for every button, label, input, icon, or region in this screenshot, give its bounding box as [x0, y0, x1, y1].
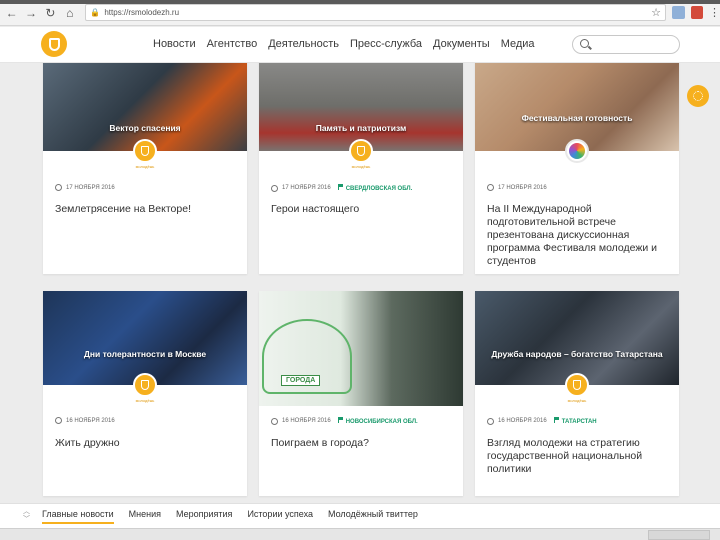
tab-opinions[interactable]: Мнения: [129, 509, 161, 524]
clock-icon: [271, 184, 278, 192]
news-card[interactable]: Фестивальная готовность 17 НОЯБРЯ 2016 Н…: [475, 63, 679, 274]
card-meta: 16 НОЯБРЯ 2016: [55, 417, 115, 424]
card-image-title: Память и патриотизм: [315, 123, 407, 133]
home-icon[interactable]: ⌂: [62, 5, 77, 21]
card-image: Память и патриотизм: [259, 63, 463, 151]
extension-icon[interactable]: [690, 6, 703, 19]
card-date: 16 НОЯБРЯ 2016: [66, 417, 115, 424]
card-meta: 17 НОЯБРЯ 2016: [55, 184, 115, 191]
card-region-label: СВЕРДЛОВСКАЯ ОБЛ.: [345, 186, 413, 192]
card-date: 17 НОЯБРЯ 2016: [498, 184, 547, 191]
browser-toolbar: ← → ↻ ⌂ 🔒 https://rsmolodezh.ru ☆ ⋮: [0, 0, 720, 26]
gear-icon: [693, 91, 703, 101]
badge-label: молодёжь: [567, 398, 587, 403]
card-image: Дни толерантности в Москве: [43, 291, 247, 385]
reload-icon[interactable]: ↻: [43, 5, 58, 21]
card-date: 17 НОЯБРЯ 2016: [66, 184, 115, 191]
collapse-toggle-icon[interactable]: ︿ ﹀: [23, 508, 30, 524]
card-image: ГОРОДА: [259, 291, 463, 406]
clock-icon: [271, 417, 278, 425]
card-image-title: Вектор спасения: [109, 123, 181, 133]
card-title[interactable]: Поиграем в города?: [271, 437, 453, 450]
card-title[interactable]: На II Международной подготовительной вст…: [487, 203, 669, 268]
lock-icon: 🔒: [90, 8, 101, 17]
bottom-tab-bar: ︿ ﹀ Главные новости Мнения Мероприятия Ис…: [0, 503, 720, 528]
card-date: 16 НОЯБРЯ 2016: [282, 418, 331, 424]
badge-icon: [565, 373, 589, 397]
tab-success-stories[interactable]: Истории успеха: [247, 509, 313, 524]
bookmark-star-icon[interactable]: ☆: [651, 6, 661, 19]
badge-icon: [133, 373, 157, 397]
card-image-title: Дружба народов – богатство Татарстана: [491, 349, 663, 359]
horizontal-scrollbar[interactable]: [648, 530, 710, 540]
news-card[interactable]: Память и патриотизм молодёжь 17 НОЯБРЯ 2…: [259, 63, 463, 274]
status-strip: [0, 528, 720, 540]
tab-youth-twitter[interactable]: Молодёжный твиттер: [328, 509, 418, 524]
nav-item-documents[interactable]: Документы: [433, 38, 490, 50]
nav-item-press[interactable]: Пресс-служба: [350, 38, 422, 50]
card-region[interactable]: СВЕРДЛОВСКАЯ ОБЛ.: [337, 184, 413, 192]
tab-events[interactable]: Мероприятия: [176, 509, 232, 524]
card-title[interactable]: Землетрясение на Векторе!: [55, 203, 237, 216]
site-header: Новости Агентство Деятельность Пресс-слу…: [0, 27, 720, 63]
card-image: Вектор спасения: [43, 63, 247, 151]
nav-item-news[interactable]: Новости: [153, 38, 196, 50]
floating-widget-button[interactable]: [687, 85, 709, 107]
card-title[interactable]: Взгляд молодежи на стратегию государстве…: [487, 437, 669, 476]
nav-item-media[interactable]: Медиа: [501, 38, 535, 50]
nav-item-agency[interactable]: Агентство: [207, 38, 258, 50]
clock-icon: [55, 417, 62, 424]
card-region[interactable]: ТАТАРСТАН: [553, 417, 597, 425]
news-card[interactable]: Вектор спасения молодёжь 17 НОЯБРЯ 2016 …: [43, 63, 247, 274]
address-bar[interactable]: 🔒 https://rsmolodezh.ru ☆: [85, 4, 667, 21]
window-titlebar: [0, 0, 720, 4]
card-region[interactable]: НОВОСИБИРСКАЯ ОБЛ.: [337, 417, 418, 425]
badge-icon: [133, 139, 157, 163]
main-nav: Новости Агентство Деятельность Пресс-слу…: [153, 38, 535, 50]
flag-icon: [553, 417, 559, 423]
card-region-label: ТАТАРСТАН: [561, 419, 597, 425]
flag-icon: [337, 417, 343, 423]
forward-icon[interactable]: →: [23, 5, 38, 21]
search-icon: [580, 39, 589, 48]
card-meta: 16 НОЯБРЯ 2016 НОВОСИБИРСКАЯ ОБЛ.: [271, 417, 418, 425]
card-meta: 17 НОЯБРЯ 2016: [487, 184, 547, 191]
card-title[interactable]: Жить дружно: [55, 437, 237, 450]
badge-icon: [349, 139, 373, 163]
card-image: Фестивальная готовность: [475, 63, 679, 151]
news-grid: Вектор спасения молодёжь 17 НОЯБРЯ 2016 …: [0, 63, 720, 503]
card-region-label: НОВОСИБИРСКАЯ ОБЛ.: [345, 419, 418, 425]
news-tabs: Главные новости Мнения Мероприятия Истор…: [42, 509, 418, 524]
card-meta: 16 НОЯБРЯ 2016 ТАТАРСТАН: [487, 417, 597, 425]
badge-label: молодёжь: [135, 164, 155, 169]
address-url[interactable]: https://rsmolodezh.ru: [104, 8, 651, 17]
news-card[interactable]: Дружба народов – богатство Татарстана мо…: [475, 291, 679, 496]
extension-icon[interactable]: [672, 6, 685, 19]
browser-menu-icon[interactable]: ⋮: [709, 6, 720, 19]
card-image: Дружба народов – богатство Татарстана: [475, 291, 679, 385]
back-icon[interactable]: ←: [4, 5, 19, 21]
card-date: 16 НОЯБРЯ 2016: [498, 418, 547, 424]
clock-icon: [55, 184, 62, 191]
badge-label: молодёжь: [351, 164, 371, 169]
news-card[interactable]: ГОРОДА 16 НОЯБРЯ 2016 НОВОСИБИРСКАЯ ОБЛ.…: [259, 291, 463, 496]
flag-icon: [337, 184, 343, 190]
card-image-banner: ГОРОДА: [281, 375, 321, 386]
festival-logo-icon: [565, 139, 589, 163]
search-input[interactable]: [572, 35, 680, 54]
shield-icon: [48, 37, 60, 51]
card-title[interactable]: Герои настоящего: [271, 203, 453, 216]
nav-item-activity[interactable]: Деятельность: [268, 38, 339, 50]
tab-main-news[interactable]: Главные новости: [42, 509, 114, 524]
badge-label: молодёжь: [135, 398, 155, 403]
card-date: 17 НОЯБРЯ 2016: [282, 185, 331, 191]
clock-icon: [487, 417, 494, 425]
card-image-title: Дни толерантности в Москве: [83, 349, 207, 359]
card-image-title: Фестивальная готовность: [521, 113, 633, 123]
news-card[interactable]: Дни толерантности в Москве молодёжь 16 Н…: [43, 291, 247, 496]
card-meta: 17 НОЯБРЯ 2016 СВЕРДЛОВСКАЯ ОБЛ.: [271, 184, 412, 192]
site-logo[interactable]: [41, 31, 67, 57]
clock-icon: [487, 184, 494, 191]
